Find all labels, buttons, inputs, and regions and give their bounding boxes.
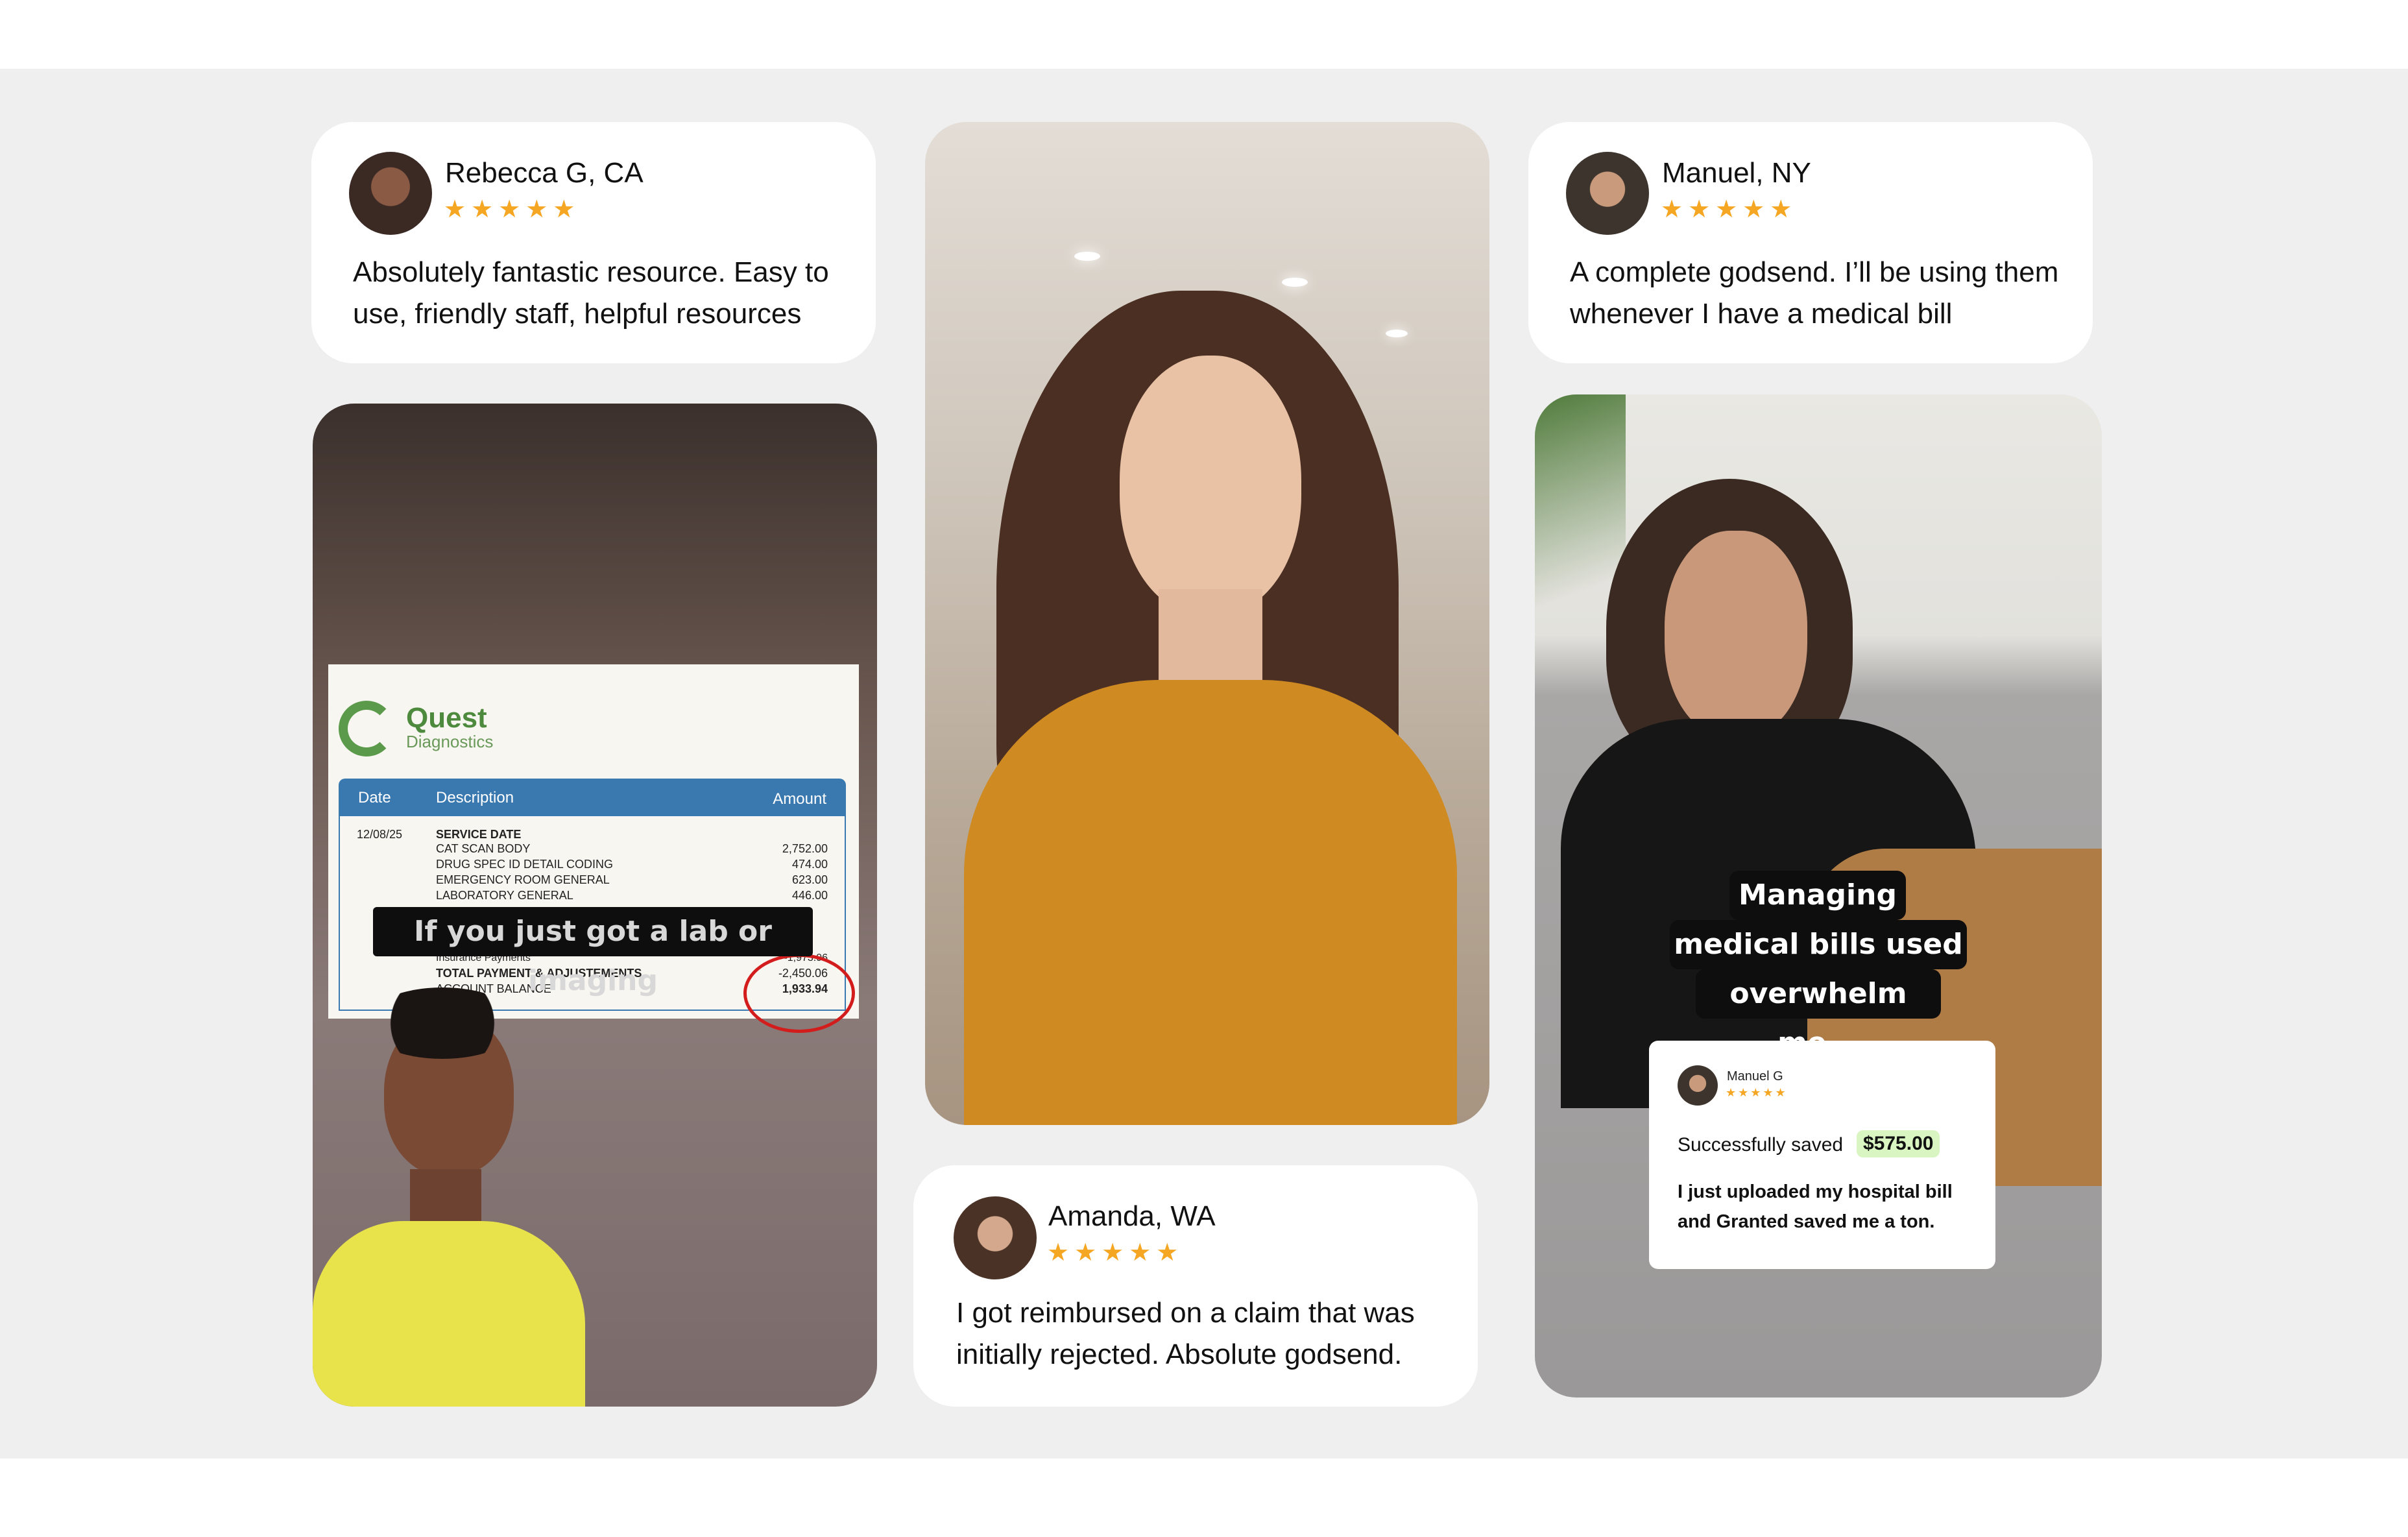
presenter-sweater (964, 680, 1457, 1125)
review-card-rebecca: Rebecca G, CA ★★★★★ Absolutely fantastic… (311, 122, 876, 363)
reviewer-name: Amanda, WA (1048, 1200, 1216, 1232)
saved-amount-badge: $575.00 (1857, 1130, 1940, 1157)
mini-review-text: I just uploaded my hospital bill and Gra… (1678, 1181, 1953, 1232)
video-caption-line: Managing (1729, 871, 1906, 920)
review-card-manuel: Manuel, NY ★★★★★ A complete godsend. I’l… (1528, 122, 2093, 363)
balance-highlight-circle (743, 954, 855, 1033)
ceiling-light (1074, 252, 1100, 261)
review-text: A complete godsend. I’ll be using them w… (1570, 256, 2059, 330)
avatar (1566, 152, 1649, 235)
video-caption-line: overwhelm me... (1696, 969, 1941, 1059)
reviewer-name: Manuel, NY (1662, 157, 1811, 189)
reviewer-name: Manuel G (1727, 1069, 1783, 1083)
presenter-face (1665, 531, 1807, 738)
saved-label: Successfully saved (1678, 1134, 1844, 1156)
ceiling-light (1386, 330, 1408, 337)
ceiling-light (1282, 278, 1308, 287)
review-text: I got reimbursed on a claim that was ini… (956, 1297, 1415, 1370)
mini-review-card: Manuel G ★★★★★ Successfully saved $575.0… (1649, 1041, 1995, 1269)
video-caption-line: medical bills used to (1670, 920, 1967, 1010)
presenter-figure (313, 987, 598, 1407)
bill-table-header: Date Description Amount (339, 779, 846, 816)
video-caption: If you just got a lab or imaging (373, 907, 813, 997)
presenter-face (1120, 356, 1301, 615)
reviewer-name: Rebecca G, CA (445, 157, 644, 189)
brand-name: Quest (406, 702, 487, 734)
review-card-amanda: Amanda, WA ★★★★★ I got reimbursed on a c… (913, 1165, 1478, 1407)
brand-subtitle: Diagnostics (406, 732, 494, 751)
video-testimonial-manuel[interactable]: Managing medical bills used to overwhelm… (1535, 394, 2102, 1398)
star-rating: ★★★★★ (1726, 1086, 1788, 1099)
star-rating: ★★★★★ (1661, 196, 1798, 223)
avatar (1678, 1065, 1718, 1106)
video-testimonial-lab-bill[interactable]: Quest Diagnostics Date Description Amoun… (313, 404, 877, 1407)
video-testimonial-amanda[interactable] (925, 122, 1489, 1125)
review-text: Absolutely fantastic resource. Easy to u… (353, 256, 829, 330)
star-rating: ★★★★★ (444, 196, 581, 223)
quest-logo-icon (339, 701, 394, 756)
star-rating: ★★★★★ (1047, 1239, 1184, 1266)
avatar (349, 152, 432, 235)
avatar (954, 1196, 1037, 1279)
